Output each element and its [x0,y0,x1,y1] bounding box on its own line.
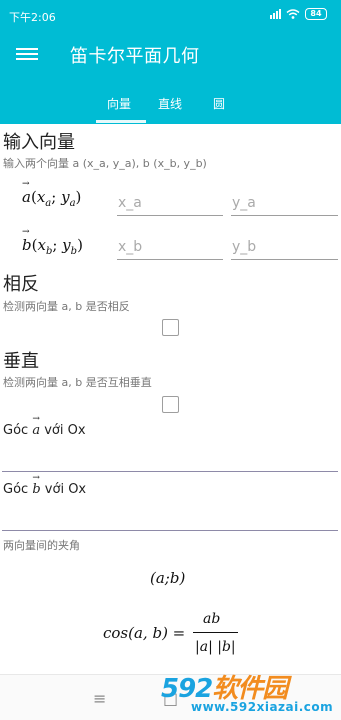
perpendicular-desc: 检测两向量 a, b 是否互相垂直 [3,376,152,389]
vector-a-label: a(xa; ya) [22,179,81,209]
x-a-input[interactable]: x_a [117,190,223,216]
status-icons: 84 [270,8,327,20]
main-content: 输入向量 输入两个向量 a (x_a, y_a), b (x_b, y_b) a… [0,124,341,674]
perpendicular-title: 垂直 [3,351,39,372]
app-bar: 笛卡尔平面几何 [0,30,341,80]
tab-indicator [96,120,146,123]
watermark-url: www.592xiazai.com [191,700,334,714]
perpendicular-checkbox[interactable] [162,396,179,413]
vector-input-title: 输入向量 [3,132,75,153]
angle-a-label: Góc a với Ox [3,414,86,438]
menu-icon[interactable] [16,43,38,65]
cos-numerator: ab [203,611,221,627]
x-b-input[interactable]: x_b [117,234,223,260]
angle-b-label: Góc b với Ox [3,473,86,497]
cos-denominator: |a| |b| [195,639,236,655]
angle-b-result[interactable] [2,530,338,531]
tab-circle[interactable]: 圆 [213,95,225,112]
status-bar: 下午2:06 84 [0,0,341,30]
opposite-checkbox[interactable] [162,319,179,336]
angle-a-result[interactable] [2,471,338,472]
cos-formula-lhs: cos(a, b) = [103,624,186,642]
tab-line[interactable]: 直线 [158,95,182,112]
fraction-bar [193,632,238,633]
recent-apps-icon[interactable]: ≡ [93,689,106,708]
vector-input-desc: 输入两个向量 a (x_a, y_a), b (x_b, y_b) [3,157,207,170]
opposite-desc: 检测两向量 a, b 是否相反 [3,300,130,313]
watermark-logo: 592软件园 www.592xiazai.com [161,664,337,718]
signal-icon [270,9,281,19]
app-title: 笛卡尔平面几何 [70,46,200,67]
tab-bar: 向量 直线 圆 [0,80,341,124]
angle-notation: (a;b) [150,569,186,587]
opposite-title: 相反 [3,274,39,295]
status-time: 下午2:06 [9,11,56,24]
angle-between-title: 两向量间的夹角 [3,539,80,552]
tab-vector[interactable]: 向量 [107,95,131,112]
vector-b-label: b(xb; yb) [22,227,83,257]
y-b-input[interactable]: y_b [231,234,338,260]
wifi-icon [286,9,300,19]
y-a-input[interactable]: y_a [231,190,338,216]
battery-icon: 84 [305,8,327,20]
